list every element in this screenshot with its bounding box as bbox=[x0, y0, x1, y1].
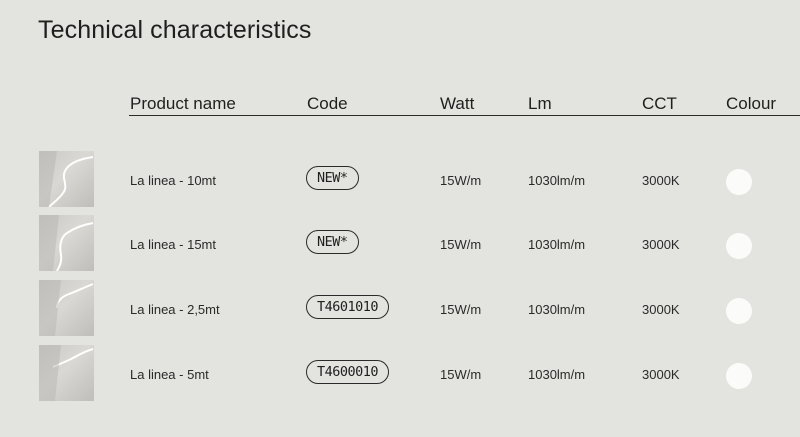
cct-value: 3000K bbox=[642, 237, 680, 252]
header-cct: CCT bbox=[642, 94, 677, 113]
watt-value: 15W/m bbox=[440, 237, 482, 252]
watt-value: 15W/m bbox=[440, 173, 482, 188]
product-thumbnail[interactable] bbox=[39, 345, 94, 401]
code-badge: T4600010 bbox=[306, 360, 390, 384]
cct-value: 3000K bbox=[642, 173, 680, 188]
product-thumbnail[interactable] bbox=[39, 280, 94, 336]
product-name: La linea - 2,5mt bbox=[130, 302, 220, 317]
table-row[interactable]: La linea - 15mt NEW* 15W/m 1030lm/m 3000… bbox=[0, 215, 800, 271]
table-row[interactable]: La linea - 5mt T4600010 15W/m 1030lm/m 3… bbox=[0, 345, 800, 401]
colour-swatch[interactable] bbox=[726, 363, 752, 389]
product-thumbnail[interactable] bbox=[39, 151, 94, 207]
colour-swatch[interactable] bbox=[726, 169, 752, 195]
product-name: La linea - 5mt bbox=[130, 367, 209, 382]
lumen-value: 1030lm/m bbox=[528, 367, 586, 382]
lumen-value: 1030lm/m bbox=[528, 173, 586, 188]
table-header: Product name Code Watt Lm CCT Colour bbox=[129, 94, 800, 116]
watt-value: 15W/m bbox=[440, 302, 482, 317]
led-strip-image bbox=[39, 280, 94, 336]
header-colour: Colour bbox=[726, 94, 777, 113]
header-lm: Lm bbox=[528, 94, 552, 113]
watt-value: 15W/m bbox=[440, 367, 482, 382]
cct-value: 3000K bbox=[642, 367, 680, 382]
page-title: Technical characteristics bbox=[38, 16, 312, 44]
led-strip-image bbox=[39, 151, 94, 207]
led-strip-image bbox=[39, 345, 94, 401]
product-name: La linea - 10mt bbox=[130, 173, 216, 188]
colour-swatch[interactable] bbox=[726, 298, 752, 324]
product-thumbnail[interactable] bbox=[39, 215, 94, 271]
header-code: Code bbox=[307, 94, 348, 113]
code-badge: NEW* bbox=[306, 166, 359, 190]
cct-value: 3000K bbox=[642, 302, 680, 317]
table-row[interactable]: La linea - 2,5mt T4601010 15W/m 1030lm/m… bbox=[0, 280, 800, 336]
header-product-name: Product name bbox=[130, 94, 236, 113]
code-badge: NEW* bbox=[306, 230, 359, 254]
led-strip-image bbox=[39, 215, 94, 271]
lumen-value: 1030lm/m bbox=[528, 302, 586, 317]
colour-swatch[interactable] bbox=[726, 233, 752, 259]
lumen-value: 1030lm/m bbox=[528, 237, 586, 252]
table-row[interactable]: La linea - 10mt NEW* 15W/m 1030lm/m 3000… bbox=[0, 151, 800, 207]
code-badge: T4601010 bbox=[306, 295, 390, 319]
header-watt: Watt bbox=[440, 94, 475, 113]
product-name: La linea - 15mt bbox=[130, 237, 216, 252]
